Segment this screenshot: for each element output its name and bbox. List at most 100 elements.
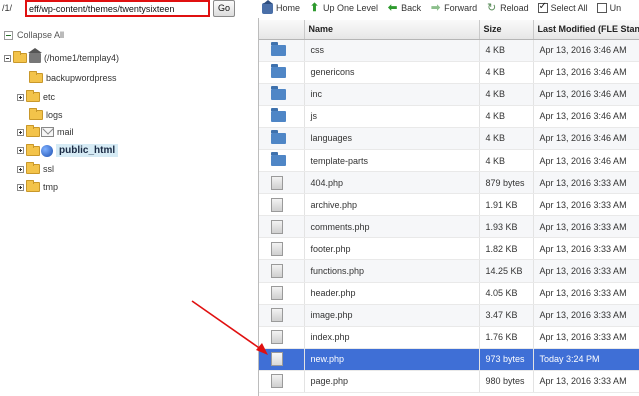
file-name-cell[interactable]: footer.php <box>304 237 480 261</box>
table-row[interactable]: header.php 4.05 KB Apr 13, 2016 3:33 AM <box>259 282 639 305</box>
unselect-all-button[interactable]: Un <box>596 3 621 13</box>
forward-button[interactable]: ➡ Forward <box>430 2 478 14</box>
table-row[interactable]: js 4 KB Apr 13, 2016 3:46 AM <box>259 105 639 128</box>
file-icon <box>271 286 283 301</box>
tree-item-etc[interactable]: etc <box>17 90 55 102</box>
tree-item-mail[interactable]: mail <box>17 125 74 137</box>
file-type-cell[interactable] <box>259 193 305 217</box>
file-name-cell[interactable]: header.php <box>304 282 480 305</box>
back-button[interactable]: ⬅ Back <box>387 2 422 14</box>
collapse-all-link[interactable]: Collapse All <box>4 30 64 40</box>
table-row[interactable]: new.php 973 bytes Today 3:24 PM <box>259 348 639 371</box>
file-type-cell[interactable] <box>259 326 305 349</box>
file-size-cell: 3.47 KB <box>479 304 534 327</box>
table-row[interactable]: comments.php 1.93 KB Apr 13, 2016 3:33 AM <box>259 215 639 239</box>
expand-toggle[interactable] <box>17 93 24 101</box>
table-row[interactable]: archive.php 1.91 KB Apr 13, 2016 3:33 AM <box>259 193 639 217</box>
file-name-cell[interactable]: inc <box>304 83 480 106</box>
file-type-cell[interactable] <box>259 61 305 84</box>
file-type-cell[interactable] <box>259 39 305 62</box>
go-button[interactable]: Go <box>213 0 235 17</box>
collapse-toggle[interactable] <box>4 54 11 62</box>
up-label: Up One Level <box>323 3 379 13</box>
folder-icon <box>271 63 286 78</box>
table-row[interactable]: languages 4 KB Apr 13, 2016 3:46 AM <box>259 127 639 150</box>
file-modified-cell: Apr 13, 2016 3:33 AM <box>533 370 639 394</box>
table-row[interactable]: index.php 1.76 KB Apr 13, 2016 3:33 AM <box>259 326 639 349</box>
forward-label: Forward <box>444 3 478 13</box>
column-header-modified[interactable]: Last Modified (FLE Standa <box>533 20 639 40</box>
folder-icon <box>26 125 40 137</box>
path-input[interactable]: eff/wp-content/themes/twentysixteen <box>25 0 210 17</box>
file-type-cell[interactable] <box>259 127 305 150</box>
table-row[interactable]: image.php 3.47 KB Apr 13, 2016 3:33 AM <box>259 304 639 327</box>
select-all-checkbox[interactable] <box>537 1 548 13</box>
home-icon <box>262 0 273 14</box>
tree-item-logs[interactable]: logs <box>29 108 63 120</box>
file-type-cell[interactable] <box>259 370 305 394</box>
file-name-cell[interactable]: template-parts <box>304 149 480 173</box>
reload-button[interactable]: ↻ Reload <box>486 1 529 14</box>
file-name-cell[interactable]: archive.php <box>304 193 480 217</box>
table-row[interactable]: page.php 980 bytes Apr 13, 2016 3:33 AM <box>259 370 639 394</box>
select-all-button[interactable]: Select All <box>537 1 588 13</box>
expand-toggle[interactable] <box>17 165 24 173</box>
tree-item-label: public_html <box>56 144 119 157</box>
table-row[interactable]: 404.php 879 bytes Apr 13, 2016 3:33 AM <box>259 171 639 195</box>
file-type-cell[interactable] <box>259 171 305 195</box>
folder-icon <box>26 180 40 192</box>
expand-toggle[interactable] <box>17 128 24 136</box>
table-row[interactable]: functions.php 14.25 KB Apr 13, 2016 3:33 A… <box>259 259 639 283</box>
up-one-level-button[interactable]: ⬆ Up One Level <box>309 2 379 14</box>
file-name-cell[interactable]: languages <box>304 127 480 150</box>
back-label: Back <box>401 3 422 13</box>
tree-item-public-html[interactable]: public_html <box>17 143 119 157</box>
expand-toggle[interactable] <box>17 183 24 191</box>
file-type-cell[interactable] <box>259 83 305 106</box>
file-type-cell[interactable] <box>259 304 305 327</box>
file-name-cell[interactable]: new.php <box>304 348 480 371</box>
file-type-cell[interactable] <box>259 348 305 371</box>
tree-item-ssl[interactable]: ssl <box>17 162 54 174</box>
folder-icon <box>26 90 40 102</box>
file-type-cell[interactable] <box>259 149 305 173</box>
tree-item-tmp[interactable]: tmp <box>17 180 58 192</box>
file-icon <box>271 352 283 367</box>
table-row[interactable]: template-parts 4 KB Apr 13, 2016 3:46 AM <box>259 149 639 173</box>
column-header-type[interactable] <box>259 20 305 40</box>
reload-icon: ↻ <box>486 1 497 14</box>
home-folder-icon <box>28 48 42 63</box>
file-name-cell[interactable]: functions.php <box>304 259 480 283</box>
column-header-name[interactable]: Name <box>304 20 480 40</box>
table-row[interactable]: footer.php 1.82 KB Apr 13, 2016 3:33 AM <box>259 237 639 261</box>
file-name-cell[interactable]: image.php <box>304 304 480 327</box>
file-name-cell[interactable]: comments.php <box>304 215 480 239</box>
file-size-cell: 4.05 KB <box>479 282 534 305</box>
file-type-cell[interactable] <box>259 282 305 305</box>
table-row[interactable]: genericons 4 KB Apr 13, 2016 3:46 AM <box>259 61 639 84</box>
home-label: Home <box>276 3 301 13</box>
file-name-cell[interactable]: genericons <box>304 61 480 84</box>
file-modified-cell: Today 3:24 PM <box>533 348 639 371</box>
file-type-cell[interactable] <box>259 105 305 128</box>
tree-root[interactable]: (/home1/templay4) <box>4 48 119 63</box>
file-modified-cell: Apr 13, 2016 3:46 AM <box>533 127 639 150</box>
unselect-all-checkbox[interactable] <box>596 3 607 13</box>
file-name-cell[interactable]: 404.php <box>304 171 480 195</box>
file-name-cell[interactable]: page.php <box>304 370 480 394</box>
home-button[interactable]: Home <box>262 0 301 14</box>
file-modified-cell: Apr 13, 2016 3:33 AM <box>533 326 639 349</box>
file-table: Name Size Last Modified (FLE Standa css4… <box>259 20 639 394</box>
column-header-size[interactable]: Size <box>479 20 534 40</box>
file-name-cell[interactable]: index.php <box>304 326 480 349</box>
file-size-cell: 1.91 KB <box>479 193 534 217</box>
file-name-cell[interactable]: js <box>304 105 480 128</box>
file-type-cell[interactable] <box>259 259 305 283</box>
file-type-cell[interactable] <box>259 237 305 261</box>
file-name-cell[interactable]: css <box>304 39 480 62</box>
table-row[interactable]: inc 4 KB Apr 13, 2016 3:46 AM <box>259 83 639 106</box>
table-row[interactable]: css 4 KB Apr 13, 2016 3:46 AM <box>259 39 639 62</box>
expand-toggle[interactable] <box>17 147 24 154</box>
file-type-cell[interactable] <box>259 215 305 239</box>
tree-item-backupwordpress[interactable]: backupwordpress <box>29 71 117 83</box>
